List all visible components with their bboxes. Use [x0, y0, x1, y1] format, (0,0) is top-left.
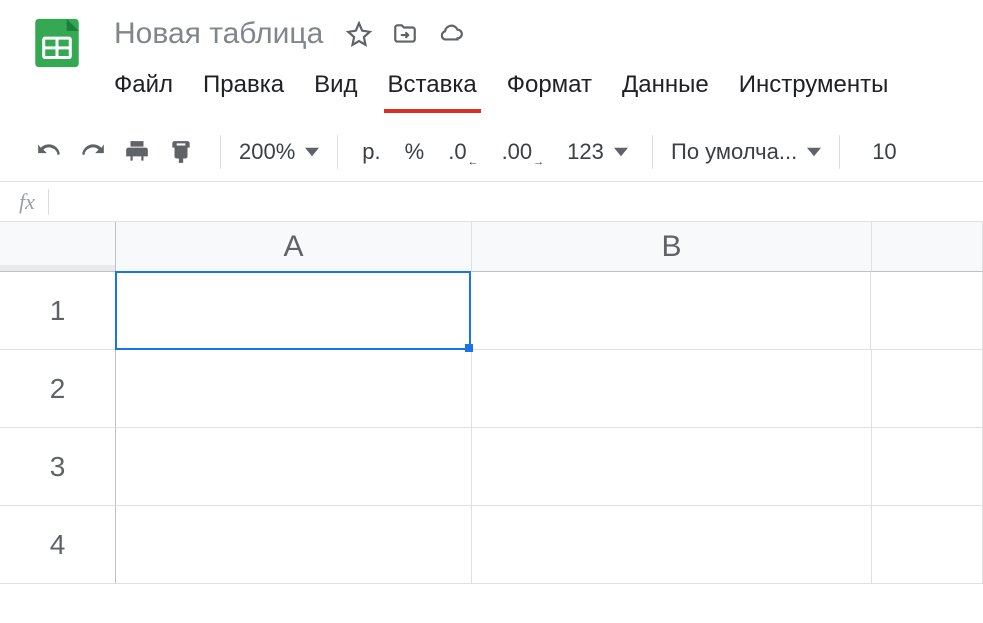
cell-A1[interactable] [115, 271, 471, 350]
row-header-1[interactable]: 1 [0, 272, 116, 350]
more-formats[interactable]: 123 [567, 139, 628, 165]
spreadsheet-grid: 1 2 3 4 A B [0, 222, 983, 587]
star-icon[interactable] [345, 20, 373, 48]
redo-icon[interactable] [76, 135, 110, 169]
select-all-corner[interactable] [0, 222, 116, 272]
cell-B4[interactable] [472, 506, 872, 584]
cell-B3[interactable] [472, 428, 872, 506]
col-header-B[interactable]: B [472, 222, 872, 272]
cell-A4[interactable] [116, 506, 472, 584]
menu-data[interactable]: Данные [622, 67, 709, 109]
menu-format[interactable]: Формат [507, 67, 592, 109]
cell-A3[interactable] [116, 428, 472, 506]
cloud-status-icon[interactable] [437, 20, 465, 48]
format-currency[interactable]: р. [362, 139, 380, 165]
font-size-value[interactable]: 10 [872, 139, 896, 165]
toolbar: 200% р. % .0← .00→ 123 По умолча... 10 [0, 122, 983, 182]
menu-edit[interactable]: Правка [203, 67, 284, 109]
col-header-A[interactable]: A [116, 222, 472, 272]
menu-tools[interactable]: Инструменты [739, 67, 889, 109]
formula-bar: fx [0, 182, 983, 222]
row-header-3[interactable]: 3 [0, 428, 116, 506]
row-header-4[interactable]: 4 [0, 506, 116, 584]
chevron-down-icon [807, 139, 821, 165]
fx-label: fx [10, 189, 44, 215]
chevron-down-icon [614, 139, 628, 164]
font-family-label: По умолча... [671, 139, 797, 165]
cell-C3[interactable] [872, 428, 983, 506]
font-family-select[interactable]: По умолча... [671, 139, 821, 165]
col-header-C[interactable] [872, 222, 983, 272]
increase-decimal[interactable]: .00→ [502, 139, 544, 165]
cell-B2[interactable] [472, 350, 872, 428]
menu-file[interactable]: Файл [114, 67, 173, 109]
cell-C4[interactable] [872, 506, 983, 584]
cell-C2[interactable] [872, 350, 983, 428]
move-to-folder-icon[interactable] [391, 20, 419, 48]
paint-format-icon[interactable] [164, 135, 198, 169]
cell-B1[interactable] [471, 272, 871, 350]
zoom-value: 200% [239, 139, 295, 165]
document-title[interactable]: Новая таблица [114, 17, 323, 51]
cell-A2[interactable] [116, 350, 472, 428]
zoom-select[interactable]: 200% [239, 139, 319, 165]
menu-bar: Файл Правка Вид Вставка Формат Данные Ин… [114, 68, 918, 108]
print-icon[interactable] [120, 135, 154, 169]
row-header-2[interactable]: 2 [0, 350, 116, 428]
cell-C1[interactable] [871, 272, 983, 350]
formula-input[interactable] [57, 182, 983, 221]
undo-icon[interactable] [32, 135, 66, 169]
format-percent[interactable]: % [405, 139, 425, 165]
decrease-decimal[interactable]: .0← [448, 139, 477, 165]
chevron-down-icon [305, 139, 319, 165]
sheets-logo-icon[interactable] [28, 14, 86, 72]
menu-view[interactable]: Вид [314, 67, 357, 109]
menu-insert[interactable]: Вставка [388, 67, 477, 109]
